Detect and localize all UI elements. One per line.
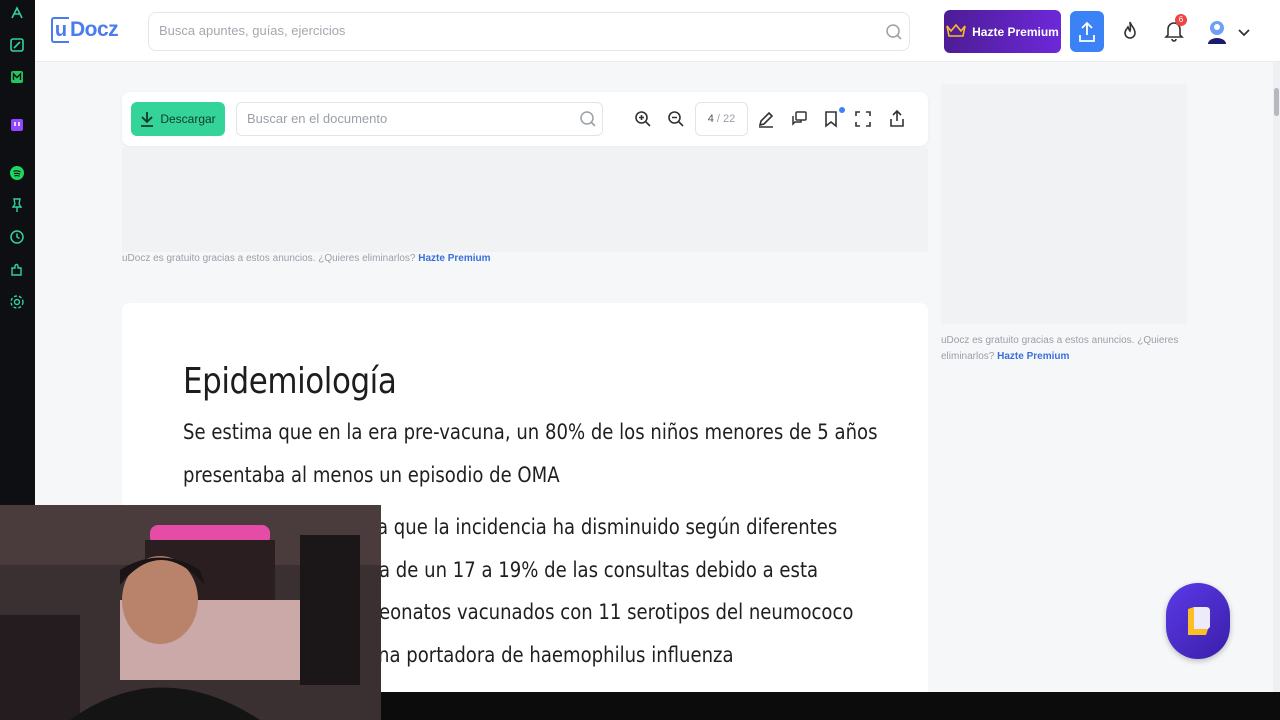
upload-icon	[1079, 21, 1095, 42]
assistant-chat-button[interactable]	[1166, 583, 1230, 659]
side-ad-notice: uDocz es gratuito gracias a estos anunci…	[941, 333, 1201, 365]
page-separator: /	[716, 113, 720, 125]
reader-icon[interactable]	[8, 4, 26, 22]
document-line: a que la incidencia ha disminuido según …	[377, 515, 838, 539]
copy-chat-icon[interactable]	[789, 109, 809, 129]
crown-icon	[946, 23, 966, 40]
document-line: eonatos vacunados con 11 serotipos del n…	[379, 600, 854, 624]
side-ad-banner	[941, 84, 1187, 324]
page-indicator[interactable]: 4 / 22	[695, 102, 748, 136]
document-search	[236, 102, 603, 136]
zoom-in-icon[interactable]	[633, 109, 653, 129]
ad-notice-text: uDocz es gratuito gracias a estos anunci…	[122, 253, 416, 264]
download-label: Descargar	[160, 112, 216, 126]
premium-button[interactable]: Hazte Premium	[944, 10, 1061, 53]
total-pages: 22	[722, 113, 736, 125]
search-icon[interactable]	[885, 23, 903, 46]
premium-label: Hazte Premium	[972, 24, 1059, 39]
bookmark-icon[interactable]	[821, 109, 841, 129]
share-icon[interactable]	[887, 109, 907, 129]
pin-icon[interactable]	[8, 196, 26, 214]
page-scrollbar[interactable]	[1273, 62, 1280, 692]
settings-icon[interactable]	[8, 293, 26, 311]
fullscreen-icon[interactable]	[853, 109, 873, 129]
app-m-icon[interactable]	[8, 68, 26, 86]
notification-badge: 6	[1175, 14, 1187, 26]
udocz-logo[interactable]: u Docz	[51, 17, 119, 43]
side-hazte-premium-link[interactable]: Hazte Premium	[997, 351, 1069, 362]
hazte-premium-link[interactable]: Hazte Premium	[418, 253, 490, 264]
bookmark-indicator-dot	[839, 107, 845, 113]
streak-fire-icon[interactable]	[1121, 20, 1139, 47]
zoom-out-icon[interactable]	[666, 109, 686, 129]
side-ad-notice-line1: uDocz es gratuito gracias a estos anunci…	[941, 335, 1179, 346]
extensions-icon[interactable]	[8, 261, 26, 279]
notes-icon[interactable]	[8, 36, 26, 54]
user-avatar[interactable]	[1205, 18, 1229, 46]
pencil-icon[interactable]	[756, 109, 776, 129]
document-heading: Epidemiología	[183, 361, 397, 402]
document-line: Se estima que en la era pre-vacuna, un 8…	[183, 420, 878, 444]
side-ad-notice-line2: eliminarlos?	[941, 351, 995, 362]
chevron-down-icon[interactable]	[1237, 25, 1251, 43]
document-search-input[interactable]	[247, 111, 567, 126]
global-search-input[interactable]	[159, 23, 859, 38]
download-icon	[141, 112, 154, 127]
twitch-icon[interactable]	[8, 116, 26, 134]
ad-banner	[122, 148, 928, 252]
document-line: na portadora de haemophilus influenza	[378, 643, 734, 667]
document-line: a de un 17 a 19% de las consultas debido…	[379, 558, 819, 582]
upload-button[interactable]	[1070, 11, 1104, 52]
document-toolbar: Descargar 4 / 22	[122, 92, 928, 146]
ad-notice: uDocz es gratuito gracias a estos anunci…	[122, 251, 491, 267]
top-navbar: u Docz Hazte Premium 6	[35, 0, 1280, 62]
search-icon[interactable]	[579, 110, 597, 133]
history-icon[interactable]	[8, 228, 26, 246]
document-line: presentaba al menos un episodio de OMA	[183, 463, 560, 487]
global-search	[148, 12, 910, 51]
webcam-feed-image	[0, 505, 381, 720]
current-page[interactable]: 4	[708, 113, 714, 125]
logo-letter: u	[51, 17, 69, 43]
logo-text: Docz	[70, 18, 119, 41]
spotify-icon[interactable]	[8, 164, 26, 182]
webcam-overlay	[0, 505, 381, 720]
assistant-logo-icon	[1188, 607, 1210, 635]
download-button[interactable]: Descargar	[131, 102, 225, 136]
scrollbar-thumb[interactable]	[1274, 88, 1279, 116]
bottom-bar	[381, 692, 1280, 720]
